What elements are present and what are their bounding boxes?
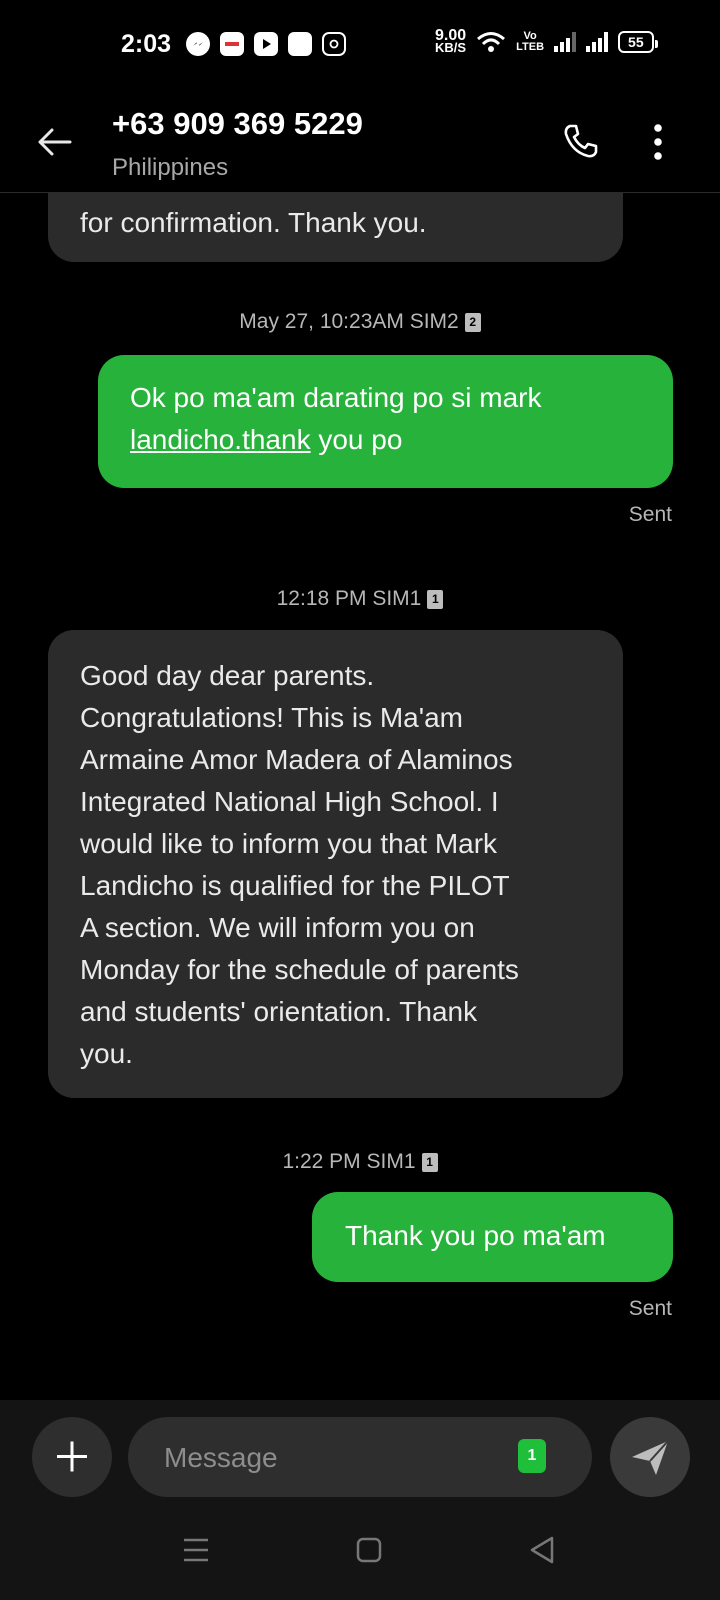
message-line: Landicho is qualified for the PILOT <box>80 870 510 901</box>
phone-icon[interactable] <box>562 122 600 160</box>
notification-icons <box>186 32 346 56</box>
add-attachment-button[interactable] <box>32 1417 112 1497</box>
sim1-badge-icon: 1 <box>421 1152 438 1172</box>
contact-title: +63 909 369 5229 <box>112 106 363 141</box>
outgoing-message[interactable]: Thank you po ma'am <box>312 1192 673 1282</box>
message-text: Thank you po ma'am <box>345 1220 606 1251</box>
message-timestamp: May 27, 10:23AM SIM2 2 <box>0 310 720 334</box>
contact-subtitle: Philippines <box>112 154 229 181</box>
recent-apps-icon[interactable] <box>176 1530 216 1570</box>
message-text: Ok po ma'am darating po si mark <box>130 382 542 413</box>
sent-status: Sent <box>628 503 672 526</box>
back-nav-icon[interactable] <box>522 1530 562 1570</box>
network-speed: 9.00 KB/S <box>435 27 467 55</box>
status-bar: 2:03 9.00 KB/S Vo LTEB 55 <box>0 0 720 92</box>
youtube-icon <box>254 32 278 56</box>
message-line: Armaine Amor Madera of Alaminos <box>80 744 513 775</box>
message-input[interactable] <box>162 1417 496 1499</box>
outgoing-message[interactable]: Ok po ma'am darating po si mark landicho… <box>98 355 673 488</box>
messenger-icon <box>186 32 210 56</box>
conversation-header: +63 909 369 5229 Philippines <box>0 92 720 193</box>
message-line: Integrated National High School. I <box>80 786 499 817</box>
signal-sim2-icon <box>586 32 609 52</box>
sim-selector-icon[interactable]: 1 <box>518 1439 546 1473</box>
message-timestamp: 1:22 PM SIM1 1 <box>0 1150 720 1174</box>
message-line: would like to inform you that Mark <box>80 828 498 859</box>
app-square-icon <box>288 32 312 56</box>
volte-icon: Vo LTEB <box>516 30 545 53</box>
home-icon[interactable] <box>349 1530 389 1570</box>
message-link[interactable]: landicho.thank <box>130 424 311 455</box>
message-line: you. <box>80 1038 133 1069</box>
message-text-tail: you po <box>310 424 403 455</box>
app-notification-icon <box>220 32 244 56</box>
back-arrow-icon[interactable] <box>34 122 74 162</box>
message-line: A section. We will inform you on <box>80 912 475 943</box>
message-composer: 1 <box>0 1400 720 1600</box>
message-line: Good day dear parents. <box>80 660 375 691</box>
message-line: and students' orientation. Thank <box>80 996 478 1027</box>
send-icon <box>632 1440 669 1475</box>
sim1-badge-icon: 1 <box>427 589 444 609</box>
message-line: Monday for the schedule of parents <box>80 954 519 985</box>
sent-status: Sent <box>628 1297 672 1320</box>
signal-sim1-icon <box>554 32 577 52</box>
message-timestamp: 12:18 PM SIM1 1 <box>0 587 720 611</box>
system-navigation-bar <box>0 1510 720 1600</box>
system-indicators: 9.00 KB/S Vo LTEB 55 <box>435 27 658 55</box>
battery-icon: 55 <box>618 31 658 53</box>
sim2-badge-icon: 2 <box>464 312 481 332</box>
conversation[interactable]: for confirmation. Thank you. May 27, 10:… <box>0 0 720 1400</box>
instagram-icon <box>322 32 346 56</box>
wifi-icon <box>477 32 506 52</box>
message-line: Congratulations! This is Ma'am <box>80 702 463 733</box>
more-options-icon[interactable] <box>652 122 664 162</box>
message-text: for confirmation. Thank you. <box>80 207 427 238</box>
status-time: 2:03 <box>121 30 172 58</box>
incoming-message[interactable]: Good day dear parents. Congratulations! … <box>48 630 623 1098</box>
send-button[interactable] <box>610 1417 690 1497</box>
message-box[interactable]: 1 <box>128 1417 592 1499</box>
